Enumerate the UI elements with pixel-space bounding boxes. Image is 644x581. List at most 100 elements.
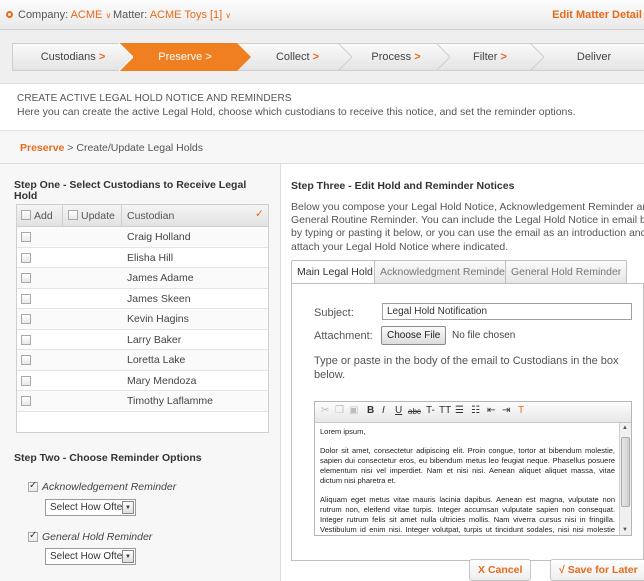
table-row: Elisha Hill bbox=[17, 248, 268, 268]
editor-toolbar: ✂ ❐ ▣ B I U abc T- TT ☰ ☷ ⇤ ⇥ T bbox=[315, 402, 631, 423]
column-divider bbox=[62, 205, 63, 226]
column-add: Add bbox=[34, 210, 53, 222]
step-chevron-icon bbox=[237, 43, 251, 71]
acknowledgement-reminder-checkbox[interactable] bbox=[28, 480, 38, 492]
table-footer bbox=[17, 412, 268, 432]
font-size-up-icon[interactable]: TT bbox=[439, 405, 451, 416]
subject-input[interactable]: Legal Hold Notification bbox=[382, 303, 632, 320]
step-deliver[interactable]: Deliver bbox=[544, 43, 644, 71]
add-checkbox[interactable] bbox=[21, 314, 31, 324]
breadcrumb-root[interactable]: Preserve bbox=[20, 142, 64, 154]
add-checkbox[interactable] bbox=[21, 252, 31, 263]
add-checkbox[interactable] bbox=[21, 355, 31, 365]
add-checkbox[interactable] bbox=[21, 232, 31, 242]
acknowledgement-reminder-label: Acknowledgement Reminder bbox=[42, 481, 177, 493]
custodian-rows: Craig Holland Elisha Hill James Adame James… bbox=[17, 227, 268, 412]
acknowledgement-frequency-select[interactable]: Select How Often ▼ bbox=[45, 499, 136, 516]
add-checkbox[interactable] bbox=[21, 293, 31, 304]
check-column-icon[interactable]: ✓ bbox=[255, 208, 264, 220]
step-process[interactable]: Process > bbox=[352, 43, 440, 71]
tab-main-legal-hold[interactable]: Main Legal Hold bbox=[291, 260, 379, 284]
outdent-icon[interactable]: ⇤ bbox=[487, 405, 495, 416]
workflow-steps: Custodians > Preserve > Collect > Proces… bbox=[0, 30, 644, 84]
step-chevron-icon bbox=[530, 43, 544, 71]
step-collect[interactable]: Collect > bbox=[255, 43, 340, 71]
column-custodian: Custodian bbox=[127, 210, 175, 222]
clear-formatting-icon[interactable]: T bbox=[518, 405, 524, 416]
custodian-name: Craig Holland bbox=[127, 231, 191, 243]
update-all-checkbox[interactable] bbox=[68, 210, 78, 220]
matter-value: ACME Toys [1] bbox=[149, 9, 223, 21]
chevron-down-icon: ∨ bbox=[105, 11, 112, 20]
step-chevron-icon bbox=[436, 43, 450, 71]
table-header: Add Update Custodian ✓ bbox=[17, 205, 268, 227]
add-checkbox[interactable] bbox=[21, 396, 31, 406]
checkmark-icon: √ bbox=[559, 564, 565, 576]
underline-icon[interactable]: U bbox=[395, 405, 402, 416]
editor-scrollbar[interactable]: ▲ ▼ bbox=[619, 423, 631, 535]
custodian-name: Loretta Lake bbox=[127, 354, 186, 366]
matter-selector[interactable]: Matter: ACME Toys [1] ∨ bbox=[113, 9, 231, 21]
custodian-name: James Skeen bbox=[127, 292, 191, 305]
page-intro: CREATE ACTIVE LEGAL HOLD NOTICE AND REMI… bbox=[0, 84, 644, 131]
step-preserve[interactable]: Preserve > bbox=[133, 43, 237, 71]
breadcrumb-current: Create/Update Legal Holds bbox=[76, 142, 204, 154]
step-two-title: Step Two - Choose Reminder Options bbox=[14, 452, 202, 464]
copy-icon[interactable]: ❐ bbox=[335, 405, 344, 416]
cancel-button[interactable]: X Cancel bbox=[469, 559, 532, 581]
table-row: Kevin Hagins bbox=[17, 309, 268, 330]
add-checkbox[interactable] bbox=[21, 375, 31, 386]
step-custodians[interactable]: Custodians > bbox=[13, 43, 133, 71]
dropdown-arrow-icon: ▼ bbox=[122, 501, 134, 514]
custodian-name: Larry Baker bbox=[127, 333, 182, 346]
step-three-title: Step Three - Edit Hold and Reminder Noti… bbox=[291, 180, 515, 192]
cut-icon[interactable]: ✂ bbox=[321, 405, 329, 416]
table-row: Larry Baker bbox=[17, 330, 268, 350]
custodian-table: Add Update Custodian ✓ Craig Holland Elis… bbox=[16, 204, 269, 433]
editor-content[interactable]: Lorem ipsum, Dolor sit amet, consectetur… bbox=[315, 423, 620, 535]
tab-acknowledgment-reminder[interactable]: Acknowledgment Reminder bbox=[374, 260, 515, 284]
editor-instructions: Type or paste in the body of the email t… bbox=[314, 355, 619, 381]
add-all-checkbox[interactable] bbox=[21, 210, 31, 220]
dropdown-arrow-icon: ▼ bbox=[122, 550, 134, 563]
numbered-list-icon[interactable]: ☷ bbox=[471, 405, 480, 416]
custodian-name: Kevin Hagins bbox=[127, 313, 189, 325]
step-three-description: Below you compose your Legal Hold Notice… bbox=[291, 201, 644, 253]
chevron-down-icon: ∨ bbox=[225, 11, 232, 20]
email-body-editor: ✂ ❐ ▣ B I U abc T- TT ☰ ☷ ⇤ ⇥ T Lorem ip… bbox=[314, 401, 632, 536]
column-update: Update bbox=[81, 210, 115, 222]
right-pane: Step Three - Edit Hold and Reminder Noti… bbox=[281, 164, 644, 581]
edit-matter-link[interactable]: Edit Matter Detail bbox=[552, 9, 642, 21]
indent-icon[interactable]: ⇥ bbox=[502, 405, 510, 416]
tab-general-hold-reminder[interactable]: General Hold Reminder bbox=[505, 260, 628, 284]
add-checkbox[interactable] bbox=[21, 334, 31, 345]
general-reminder-label: General Hold Reminder bbox=[42, 531, 153, 543]
step-filter[interactable]: Filter > bbox=[450, 43, 530, 71]
bold-icon[interactable]: B bbox=[367, 405, 374, 416]
table-row: Loretta Lake bbox=[17, 350, 268, 371]
table-row: James Skeen bbox=[17, 289, 268, 309]
save-for-later-button[interactable]: √ Save for Later bbox=[550, 559, 644, 581]
page-title: CREATE ACTIVE LEGAL HOLD NOTICE AND REMI… bbox=[17, 93, 292, 104]
main-legal-hold-panel: Subject: Legal Hold Notification Attachm… bbox=[291, 283, 644, 561]
breadcrumb: Preserve > Create/Update Legal Holds bbox=[20, 142, 204, 154]
scroll-down-icon[interactable]: ▼ bbox=[622, 527, 628, 533]
table-row: Timothy Laflamme bbox=[17, 391, 268, 412]
scrollbar-thumb[interactable] bbox=[621, 437, 630, 507]
close-icon: X bbox=[478, 564, 486, 576]
general-reminder-checkbox[interactable] bbox=[28, 530, 38, 542]
choose-file-button[interactable]: Choose File bbox=[381, 326, 447, 345]
left-pane: Step One - Select Custodians to Receive … bbox=[0, 164, 281, 581]
scroll-up-icon[interactable]: ▲ bbox=[622, 425, 628, 431]
add-checkbox[interactable] bbox=[21, 273, 31, 283]
table-row: Craig Holland bbox=[17, 227, 268, 248]
company-selector[interactable]: Company: ACME ∨ bbox=[18, 9, 111, 21]
general-frequency-select[interactable]: Select How Often ▼ bbox=[45, 548, 136, 565]
italic-icon[interactable]: I bbox=[382, 405, 385, 416]
font-size-down-icon[interactable]: T- bbox=[426, 405, 435, 416]
paste-icon[interactable]: ▣ bbox=[349, 405, 358, 416]
strikethrough-icon[interactable]: abc bbox=[408, 407, 421, 416]
step-chevron-icon bbox=[338, 43, 352, 71]
bulleted-list-icon[interactable]: ☰ bbox=[455, 405, 464, 416]
column-divider bbox=[121, 205, 122, 226]
